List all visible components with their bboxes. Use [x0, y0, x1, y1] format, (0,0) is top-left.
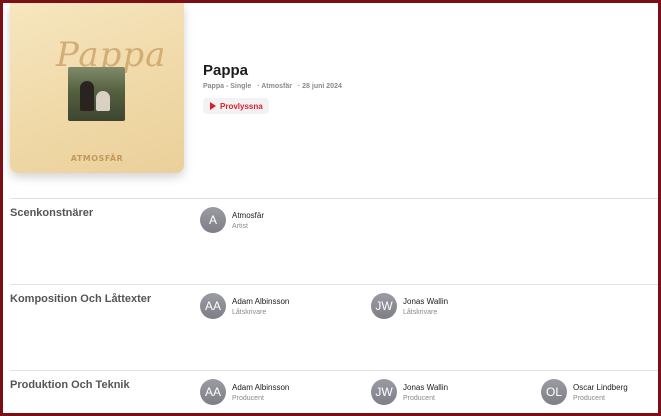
artwork-brand: ATMOSFÄR: [70, 154, 124, 163]
person-name: Adam Albinsson: [232, 296, 290, 306]
person-name: Adam Albinsson: [232, 382, 290, 392]
artist-link[interactable]: · Atmosfär: [257, 83, 292, 90]
person-name: Atmosfär: [232, 210, 265, 220]
person-credit[interactable]: JW Jonas Wallin Producent: [371, 379, 448, 405]
avatar: A: [200, 207, 226, 233]
release-date: · 28 juni 2024: [297, 83, 342, 90]
album-artwork[interactable]: Pappa ATMOSFÄR: [10, 3, 184, 173]
avatar: AA: [200, 293, 226, 319]
section-composition: Komposition Och Låttexter AA Adam Albins…: [10, 284, 658, 371]
person-name: Jonas Wallin: [403, 296, 449, 306]
person-credit[interactable]: A Atmosfär Artist: [200, 207, 264, 233]
section-title: Produktion Och Teknik: [10, 379, 130, 391]
person-role: Låtskrivare: [403, 308, 438, 316]
preview-button[interactable]: Provlyssna: [203, 98, 269, 114]
preview-label: Provlyssna: [220, 101, 263, 111]
section-title: Komposition Och Låttexter: [10, 293, 152, 305]
person-role: Låtskrivare: [232, 308, 267, 316]
avatar: AA: [200, 379, 226, 405]
avatar: JW: [371, 379, 397, 405]
song-title: Pappa: [203, 62, 249, 79]
album-link[interactable]: Pappa - Single: [203, 83, 251, 90]
avatar: OL: [541, 379, 567, 405]
person-credit[interactable]: AA Adam Albinsson Låtskrivare: [200, 293, 289, 319]
section-production: Produktion Och Teknik AA Adam Albinsson …: [10, 370, 658, 413]
person-credit[interactable]: JW Jonas Wallin Låtskrivare: [371, 293, 448, 319]
avatar: JW: [371, 293, 397, 319]
person-credit[interactable]: AA Adam Albinsson Producent: [200, 379, 289, 405]
person-role: Producent: [232, 394, 264, 402]
artwork-photo: [68, 67, 125, 121]
person-role: Producent: [403, 394, 435, 402]
person-name: Oscar Lindberg: [573, 382, 628, 392]
section-performers: Scenkonstnärer A Atmosfär Artist: [10, 198, 658, 285]
person-name: Jonas Wallin: [403, 382, 449, 392]
person-credit[interactable]: OL Oscar Lindberg Producent: [541, 379, 628, 405]
section-title: Scenkonstnärer: [10, 207, 94, 219]
play-icon: [210, 102, 216, 110]
song-meta: Pappa - Single · Atmosfär · 28 juni 2024: [203, 83, 346, 90]
person-role: Artist: [232, 222, 248, 230]
credits-page: Pappa ATMOSFÄR Pappa Pappa - Single · At…: [3, 3, 658, 413]
person-role: Producent: [573, 394, 605, 402]
